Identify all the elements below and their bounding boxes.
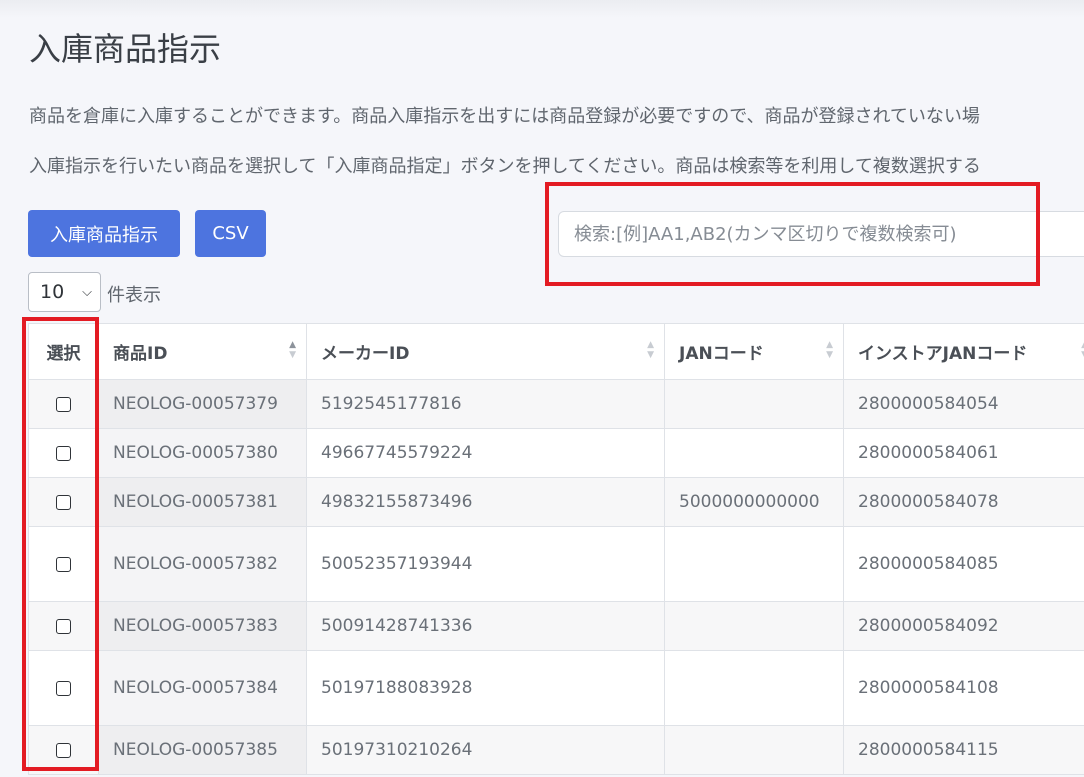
table-row: NEOLOG-00057385 50197310210264 280000058… xyxy=(28,725,1084,775)
header-product-id[interactable]: 商品ID ▲ ▼ xyxy=(98,323,307,380)
sort-icon: ▲▼ xyxy=(826,340,833,360)
jan-code-cell: 5000000000000 xyxy=(664,477,844,527)
table-row: NEOLOG-00057384 50197188083928 280000058… xyxy=(28,650,1084,726)
select-cell xyxy=(28,477,99,527)
sort-icon: ▲▼ xyxy=(289,340,296,360)
page-size-value: 10 xyxy=(40,281,65,303)
product-id-cell: NEOLOG-00057379 xyxy=(98,379,307,429)
table-row: NEOLOG-00057382 50052357193944 280000058… xyxy=(28,526,1084,602)
product-id-cell: NEOLOG-00057385 xyxy=(98,725,307,775)
row-checkbox[interactable] xyxy=(56,396,71,412)
instore-jan-code-cell: 2800000584085 xyxy=(843,526,1084,602)
instore-jan-code-cell: 2800000584078 xyxy=(843,477,1084,527)
product-table: 選択 商品ID ▲ ▼ メーカーID ▲ ▼ JANコード ▲ ▼ インストアJANコ… xyxy=(28,323,1084,775)
row-checkbox[interactable] xyxy=(56,494,71,510)
jan-code-cell xyxy=(664,725,844,775)
header-maker-id-label: メーカーID xyxy=(321,344,410,364)
page-title: 入庫商品指示 xyxy=(29,30,222,68)
search-input[interactable] xyxy=(558,211,1084,257)
page-size-select[interactable]: 10 ⌵ xyxy=(28,272,101,312)
header-select-label: 選択 xyxy=(46,344,81,364)
table-row: NEOLOG-00057381 49832155873496 500000000… xyxy=(28,477,1084,527)
csv-button[interactable]: CSV xyxy=(195,210,266,257)
maker-id-cell: 50052357193944 xyxy=(306,526,665,602)
product-id-cell: NEOLOG-00057380 xyxy=(98,428,307,478)
description-line-1: 商品を倉庫に入庫することができます。商品入庫指示を出すには商品登録が必要ですので… xyxy=(29,106,980,127)
stock-in-instruction-button[interactable]: 入庫商品指示 xyxy=(28,210,180,257)
jan-code-cell xyxy=(664,601,844,651)
header-instore-jan-code-label: インストアJANコード xyxy=(858,344,1028,364)
maker-id-cell: 50197188083928 xyxy=(306,650,665,726)
header-product-id-label: 商品ID xyxy=(113,344,168,364)
maker-id-cell: 50091428741336 xyxy=(306,601,665,651)
product-id-cell: NEOLOG-00057383 xyxy=(98,601,307,651)
maker-id-cell: 49832155873496 xyxy=(306,477,665,527)
select-cell xyxy=(28,379,99,429)
product-id-cell: NEOLOG-00057384 xyxy=(98,650,307,726)
header-jan-code-label: JANコード xyxy=(679,344,764,364)
instore-jan-code-cell: 2800000584061 xyxy=(843,428,1084,478)
jan-code-cell xyxy=(664,650,844,726)
header-instore-jan-code[interactable]: インストアJANコード ▲▼ xyxy=(843,323,1084,380)
header-maker-id[interactable]: メーカーID ▲ ▼ xyxy=(306,323,665,380)
instore-jan-code-cell: 2800000584108 xyxy=(843,650,1084,726)
header-select: 選択 xyxy=(28,323,99,380)
jan-code-cell xyxy=(664,526,844,602)
jan-code-cell xyxy=(664,428,844,478)
product-id-cell: NEOLOG-00057382 xyxy=(98,526,307,602)
row-checkbox[interactable] xyxy=(56,742,71,758)
instore-jan-code-cell: 2800000584054 xyxy=(843,379,1084,429)
select-cell xyxy=(28,601,99,651)
top-shadow xyxy=(0,0,1084,18)
page-size-label: 件表示 xyxy=(107,285,161,306)
row-checkbox[interactable] xyxy=(56,618,71,634)
select-cell xyxy=(28,428,99,478)
row-checkbox[interactable] xyxy=(56,680,71,696)
maker-id-cell: 50197310210264 xyxy=(306,725,665,775)
maker-id-cell: 49667745579224 xyxy=(306,428,665,478)
instore-jan-code-cell: 2800000584115 xyxy=(843,725,1084,775)
description-line-2: 入庫指示を行いたい商品を選択して「入庫商品指定」ボタンを押してください。商品は検… xyxy=(29,156,981,177)
chevron-down-icon: ⌵ xyxy=(82,284,92,300)
jan-code-cell xyxy=(664,379,844,429)
table-row: NEOLOG-00057379 5192545177816 2800000584… xyxy=(28,379,1084,429)
sort-icon: ▲▼ xyxy=(647,340,654,360)
table-row: NEOLOG-00057383 50091428741336 280000058… xyxy=(28,601,1084,651)
row-checkbox[interactable] xyxy=(56,445,71,461)
table-header-row: 選択 商品ID ▲ ▼ メーカーID ▲ ▼ JANコード ▲ ▼ インストアJANコ… xyxy=(28,323,1084,380)
table-row: NEOLOG-00057380 49667745579224 280000058… xyxy=(28,428,1084,478)
select-cell xyxy=(28,650,99,726)
row-checkbox[interactable] xyxy=(56,556,71,572)
maker-id-cell: 5192545177816 xyxy=(306,379,665,429)
product-id-cell: NEOLOG-00057381 xyxy=(98,477,307,527)
select-cell xyxy=(28,526,99,602)
instore-jan-code-cell: 2800000584092 xyxy=(843,601,1084,651)
header-jan-code[interactable]: JANコード ▲ ▼ xyxy=(664,323,844,380)
select-cell xyxy=(28,725,99,775)
